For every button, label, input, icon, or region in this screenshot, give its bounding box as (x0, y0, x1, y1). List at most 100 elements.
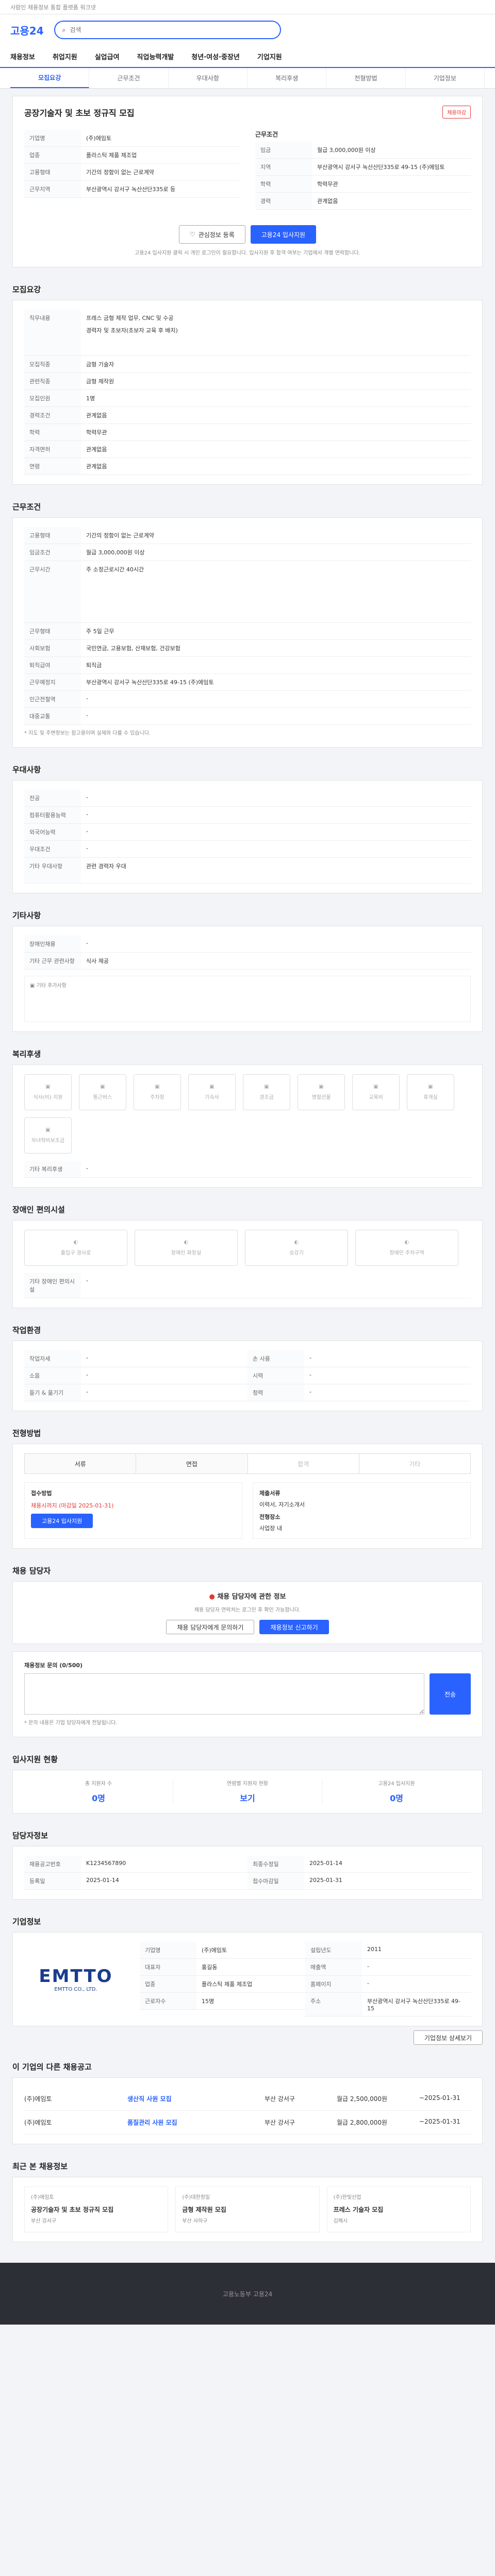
welfare-label: 식사(비) 지원 (33, 1095, 63, 1100)
qna-textarea[interactable] (24, 1673, 424, 1715)
job-title: 공장기술자 및 초보 정규직 모집 (24, 108, 135, 118)
related-title[interactable]: 생산직 사원 모집 (127, 2094, 254, 2103)
search-input[interactable] (70, 26, 273, 33)
value: 2025-01-14 (86, 1877, 119, 1884)
label: 업종 (24, 147, 81, 163)
welfare-item: ▣ 명절선물 (298, 1074, 345, 1110)
place: 부산광역시 강서구 녹산산단335로 49-15 (주)에임토 (317, 164, 445, 171)
tab-recruit[interactable]: 모집요강 (10, 68, 90, 88)
related-title[interactable]: 품질관리 사원 모집 (127, 2118, 254, 2127)
welfare-card: ▣ 식사(비) 지원 ▣ 통근버스 ▣ 주차장 ▣ 기숙사 ▣ 경조금 ▣ 명절선물 ▣ 교육… (12, 1064, 483, 1188)
value: 1명 (86, 395, 95, 402)
apply-button[interactable]: 고용24 입사지원 (250, 225, 317, 244)
label: 매출액 (305, 1959, 362, 1975)
label: 고용형태 (24, 527, 81, 544)
related-date: ~2025-01-31 (419, 2094, 460, 2102)
gnb-item[interactable]: 취업지원 (53, 52, 77, 61)
value: - (86, 1354, 88, 1361)
welfare-label: 통근버스 (93, 1095, 112, 1100)
method-label: 제출서류 (259, 1490, 280, 1497)
search-icon[interactable]: ⌕ (62, 26, 66, 34)
stat-label: 총 지원자 수 (85, 1781, 112, 1787)
label: 최종수정일 (248, 1856, 304, 1872)
value: 주 5일 근무 (86, 628, 114, 635)
value: 퇴직금 (86, 662, 102, 669)
qna-label: 채용정보 문의 (0/500) (24, 1662, 83, 1669)
recent-title[interactable]: 공장기술자 및 초보 정규직 모집 (31, 2205, 161, 2214)
list-item[interactable]: (주)에임토 품질관리 사원 모집 부산 강서구 월급 2,800,000원 ~… (24, 2111, 471, 2134)
welfare-item: ▣ 교육비 (352, 1074, 400, 1110)
label: 우대조건 (24, 841, 81, 857)
company-logo-sub: EMTTO CO., LTD. (54, 1987, 97, 1992)
stat-value: 0명 (92, 1793, 105, 1803)
gnb-item[interactable]: 채용정보 (10, 52, 35, 61)
company-detail-button[interactable]: 기업정보 상세보기 (413, 2030, 483, 2045)
related-company: (주)에임토 (24, 2095, 52, 2103)
company-logo-text: EMTTO (39, 1966, 113, 1987)
recent-item[interactable]: (주)대한정밀 금형 제작원 모집 부산 사하구 (175, 2187, 320, 2232)
company-name[interactable]: (주)에임토 (81, 130, 240, 146)
value: 관련 경력자 우대 (86, 863, 126, 870)
label: 손 사용 (248, 1350, 304, 1367)
recent-title[interactable]: 프레스 기술자 모집 (334, 2205, 464, 2214)
label: 작업자세 (24, 1350, 81, 1367)
send-button[interactable]: 전송 (430, 1673, 471, 1715)
qna-form: 채용정보 문의 (0/500) 전송 * 문의 내용은 기업 담당자에게 전달됩… (12, 1651, 483, 1737)
recent-item[interactable]: (주)한빛산업 프레스 기술자 모집 김해시 (326, 2187, 471, 2232)
value: 2025-01-31 (309, 1877, 342, 1884)
facility-item: ◐ 출입구 경사로 (24, 1230, 127, 1266)
gnb-item[interactable]: 기업지원 (257, 52, 282, 61)
recent-item[interactable]: (주)에임토 공장기술자 및 초보 정규직 모집 부산 강서구 (24, 2187, 169, 2232)
value: 2025-01-14 (309, 1860, 342, 1867)
label: 임금조건 (24, 544, 81, 561)
related-card: (주)에임토 생산직 사원 모집 부산 강서구 월급 2,500,000원 ~2… (12, 2077, 483, 2144)
job-desc-extra: 경력자 및 초보자(초보자 교육 후 배치) (86, 327, 178, 334)
gnb-item[interactable]: 청년·여성·중장년 (191, 52, 240, 61)
tab-work[interactable]: 근무조건 (89, 68, 169, 88)
interest-button[interactable]: ♡ 관심정보 등록 (178, 225, 245, 244)
facility-label: 승강기 (289, 1250, 304, 1256)
contact-button[interactable]: 채용 담당자에게 문의하기 (166, 1620, 255, 1634)
apply-date: 채용시까지 (마감일 2025-01-31) (31, 1502, 114, 1509)
welfare-label: 교육비 (369, 1095, 383, 1100)
toilet-icon: ◐ (184, 1240, 189, 1245)
gnb-item[interactable]: 실업급여 (95, 52, 120, 61)
report-button[interactable]: 채용정보 신고하기 (259, 1620, 329, 1634)
value: - (86, 811, 88, 818)
qna-card: ● 채용 담당자에 관한 정보 채용 담당자 연락처는 로그인 후 확인 가능합… (12, 1581, 483, 1644)
tab-company[interactable]: 기업정보 (406, 68, 485, 88)
env-card: 작업자세 - 소음 - 들기 & 옮기기 - 손 사용 - 시력 - 청력 - (12, 1341, 483, 1411)
label: 근무예정지 (24, 674, 81, 690)
recent-title[interactable]: 금형 제작원 모집 (182, 2205, 312, 2214)
site-logo[interactable]: 고용24 (10, 23, 44, 38)
label: 모집인원 (24, 390, 81, 406)
label: 근로자수 (140, 1993, 196, 2009)
section-title-welfare: 복리후생 (12, 1049, 41, 1059)
process-apply-button[interactable]: 고용24 입사지원 (31, 1514, 93, 1528)
value: - (309, 1388, 311, 1395)
label: 전공 (24, 790, 81, 806)
related-wage: 월급 2,800,000원 (337, 2119, 388, 2126)
list-item[interactable]: (주)에임토 생산직 사원 모집 부산 강서구 월급 2,500,000원 ~2… (24, 2087, 471, 2111)
related-wage: 월급 2,500,000원 (337, 2095, 388, 2103)
step: 서류 (25, 1454, 137, 1473)
label: 채용공고번호 (24, 1856, 81, 1872)
recent-company: (주)대한정밀 (182, 2195, 210, 2200)
value: 월급 3,000,000원 이상 (86, 549, 145, 556)
value: 15명 (202, 1998, 214, 2005)
gnb-item[interactable]: 직업능력개발 (137, 52, 174, 61)
parking-icon: ▣ (155, 1084, 160, 1090)
tab-welfare[interactable]: 복리후생 (248, 68, 327, 88)
stat-value[interactable]: 보기 (173, 1791, 322, 1804)
search-box[interactable]: ⌕ (54, 21, 281, 39)
tab-pref[interactable]: 우대사항 (169, 68, 248, 88)
label: 기타 근무 관련사항 (24, 953, 81, 969)
tab-process[interactable]: 전형방법 (326, 68, 406, 88)
qna-alert: ● 채용 담당자에 관한 정보 (24, 1591, 471, 1601)
value: (주)에임토 (202, 1947, 227, 1954)
step: 기타 (409, 1460, 421, 1468)
recruit-card: 직무내용 프레스 금형 제작 업무, CNC 및 수공 경력자 및 초보자(초보자 … (12, 300, 483, 485)
section-title-stats: 입사지원 현황 (12, 1755, 58, 1764)
label: 학력 (255, 176, 312, 192)
label: 기타 장애인 편의시설 (24, 1273, 81, 1298)
